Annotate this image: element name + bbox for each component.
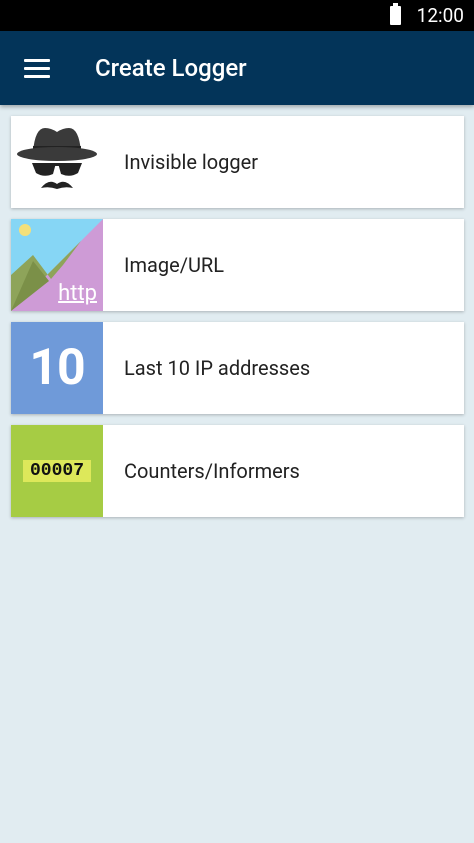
- item-label: Image/URL: [124, 253, 225, 277]
- last-ip-addresses-item[interactable]: 10 Last 10 IP addresses: [11, 322, 464, 414]
- battery-icon: [389, 3, 401, 25]
- logger-type-list: Invisible logger http Image/URL 10 Last …: [11, 116, 464, 528]
- status-bar: 12:00: [0, 0, 474, 31]
- app-bar: Create Logger: [0, 31, 474, 105]
- status-time: 12:00: [416, 4, 464, 27]
- menu-button[interactable]: [0, 31, 74, 105]
- spy-icon: [11, 116, 103, 208]
- item-label: Counters/Informers: [124, 459, 300, 483]
- invisible-logger-item[interactable]: Invisible logger: [11, 116, 464, 208]
- counters-informers-item[interactable]: 00007 Counters/Informers: [11, 425, 464, 517]
- image-url-item[interactable]: http Image/URL: [11, 219, 464, 311]
- counter-badge: 00007: [22, 460, 91, 482]
- counter-icon: 00007: [11, 425, 103, 517]
- http-badge: http: [58, 281, 97, 306]
- image-http-icon: http: [11, 219, 103, 311]
- ten-icon: 10: [11, 322, 103, 414]
- item-label: Last 10 IP addresses: [124, 356, 311, 380]
- ten-badge: 10: [29, 339, 85, 397]
- page-title: Create Logger: [95, 54, 247, 82]
- hamburger-menu-icon: [24, 58, 50, 78]
- item-label: Invisible logger: [124, 150, 258, 174]
